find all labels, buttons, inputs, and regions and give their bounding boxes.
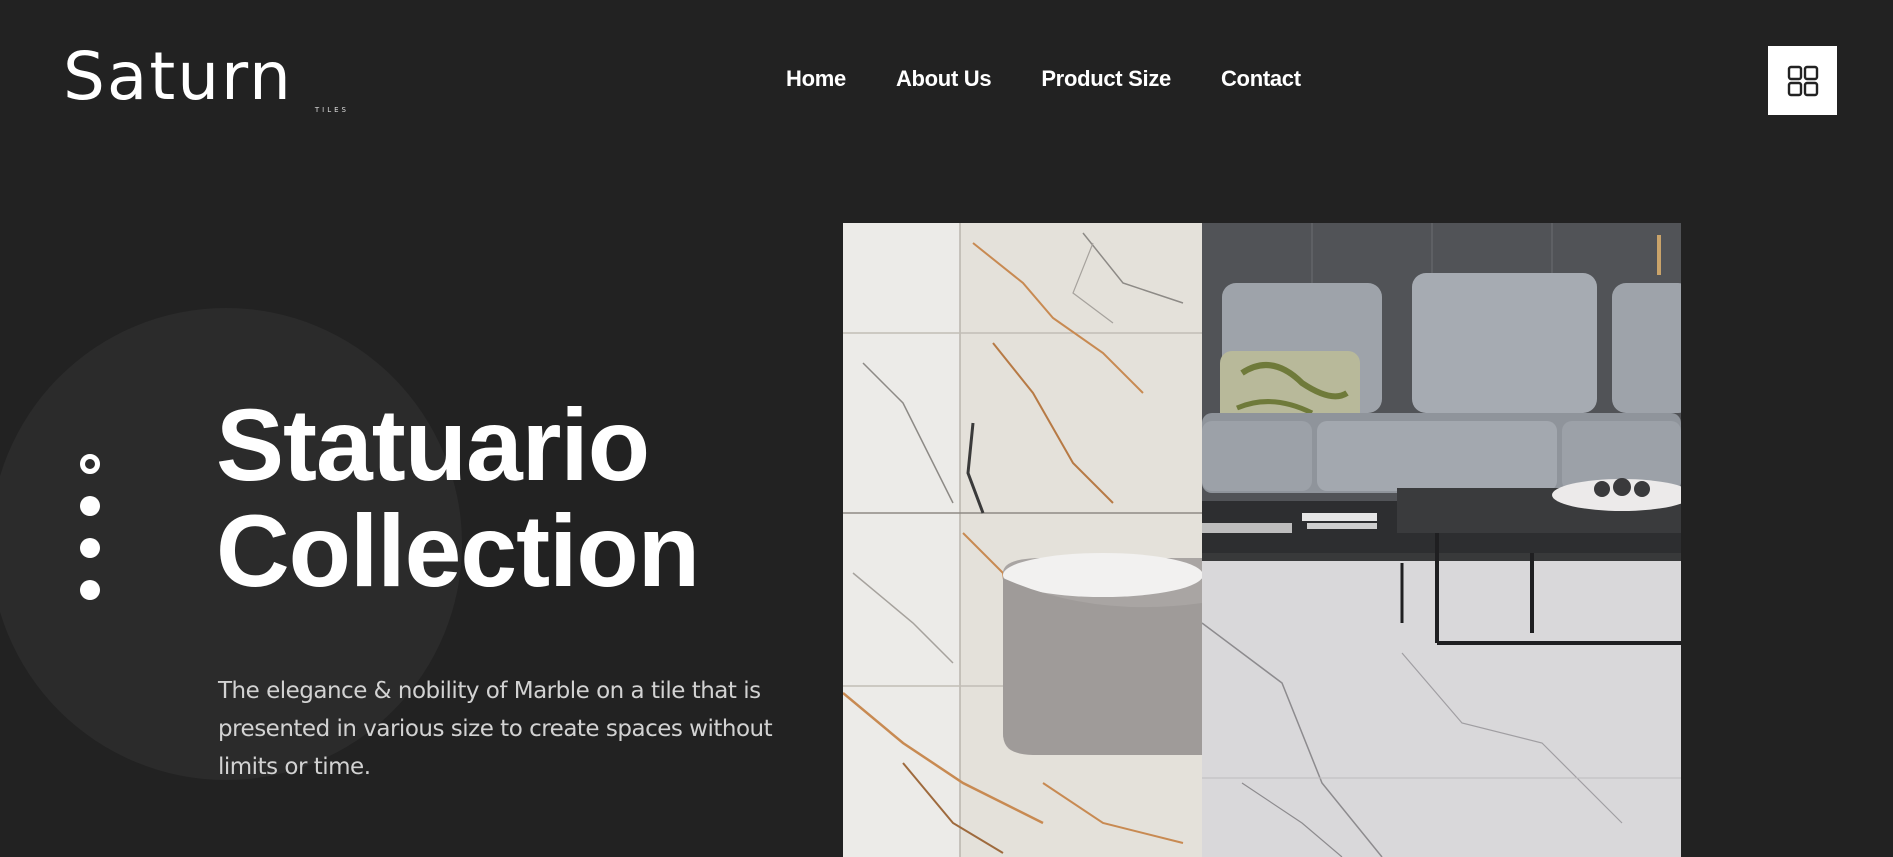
saturn-logo[interactable]: Saturn TILES	[63, 44, 353, 116]
hero-title-line-1: Statuario	[216, 388, 650, 502]
slide-dot-4[interactable]	[80, 580, 100, 600]
hero-description: The elegance & nobility of Marble on a t…	[218, 678, 773, 780]
hero-gallery	[843, 223, 1681, 857]
nav-home[interactable]: Home	[786, 66, 846, 92]
slide-dot-2[interactable]	[80, 496, 100, 516]
grid-icon	[1787, 65, 1818, 96]
hero-title-line-2: Collection	[216, 494, 700, 608]
nav-contact[interactable]: Contact	[1221, 66, 1301, 92]
slide-dot-1[interactable]	[80, 454, 100, 474]
logo-subtitle: TILES	[314, 106, 349, 114]
nav-about-us[interactable]: About Us	[896, 66, 992, 92]
slide-dot-3[interactable]	[80, 538, 100, 558]
nav-product-size[interactable]: Product Size	[1041, 66, 1171, 92]
menu-button[interactable]	[1768, 46, 1837, 115]
marble-bathroom-image	[843, 223, 1202, 857]
hero-title: Statuario Collection	[216, 392, 700, 604]
main-nav: Home About Us Product Size Contact	[786, 66, 1301, 92]
slide-indicators	[80, 454, 100, 622]
living-room-image	[1202, 223, 1681, 857]
logo-wordmark: Saturn	[63, 38, 293, 115]
